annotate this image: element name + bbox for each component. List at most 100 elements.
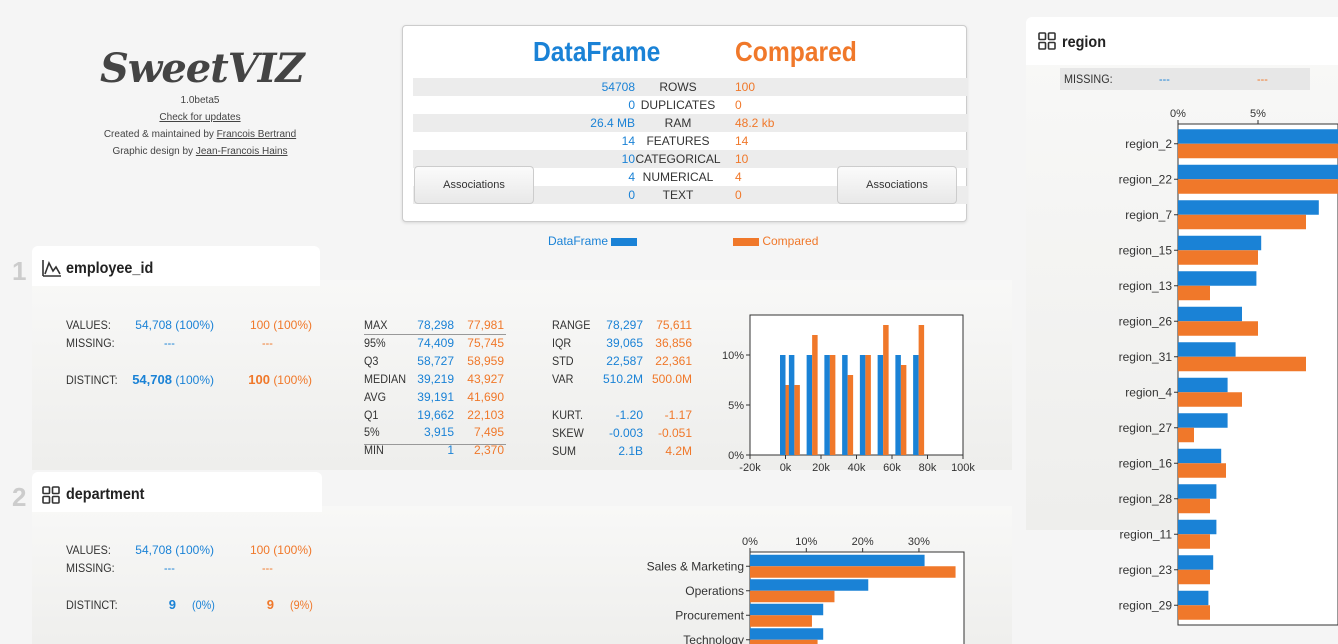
feature-name: region xyxy=(1062,34,1107,51)
histogram-bar-source xyxy=(788,355,795,455)
bar-compare xyxy=(750,590,835,603)
category-label: Procurement xyxy=(675,608,744,622)
numeric-distribution-icon xyxy=(42,260,61,277)
summary-value-compare: 48.2 kb xyxy=(735,116,775,130)
bar-source xyxy=(750,628,824,640)
stat-value-compare: 22,103 xyxy=(467,407,504,422)
summary-value-compare: 10 xyxy=(735,152,749,166)
bar-compare xyxy=(750,566,956,578)
bar-compare xyxy=(750,615,812,627)
histogram-bar-compare xyxy=(865,355,871,455)
bar-compare xyxy=(1178,534,1210,549)
values-compare: 100 (100%) xyxy=(249,543,312,557)
stat-label: IQR xyxy=(552,335,572,350)
author-link[interactable]: Francois Bertrand xyxy=(217,129,296,140)
region-bar-chart: 0% 5% region_2 region_22 region_7 region_15re… xyxy=(1119,108,1338,626)
values-source: 54,708 (100%) xyxy=(135,543,214,557)
designer-link[interactable]: Jean-Francois Hains xyxy=(196,146,288,157)
stat-value-source: -0.003 xyxy=(608,425,643,440)
dataframe-header: DataFrame xyxy=(533,36,661,67)
stat-value-source: 58,727 xyxy=(417,353,454,368)
summary-row-label: NUMERICAL xyxy=(642,170,714,184)
summary-value-compare: 0 xyxy=(735,98,742,112)
legend-source: DataFrame xyxy=(548,234,638,248)
bar-source xyxy=(750,579,869,591)
category-label: Sales & Marketing xyxy=(647,559,744,573)
credits-design-prefix: Graphic design by xyxy=(112,146,196,157)
bar-compare xyxy=(1178,285,1210,301)
values-label: VALUES: xyxy=(66,318,111,332)
stat-label: Q3 xyxy=(364,353,379,368)
stat-value-compare: 36,856 xyxy=(655,335,692,350)
employee-id-tab[interactable]: employee_id xyxy=(32,246,320,286)
missing-compare: --- xyxy=(1257,72,1268,86)
summary-row: 54708 ROWS 100 xyxy=(413,78,968,96)
summary-row-label: ROWS xyxy=(659,80,697,94)
bar-source xyxy=(1178,448,1222,464)
category-label: region_16 xyxy=(1119,456,1173,470)
x-tick-label: 30% xyxy=(908,536,930,548)
y-tick-label: 5% xyxy=(728,400,744,412)
bar-source xyxy=(1178,484,1217,499)
bar-compare xyxy=(1178,463,1226,478)
distinct-compare-pct: (9%) xyxy=(290,598,313,612)
missing-label: MISSING: xyxy=(66,336,115,350)
x-tick-label: 10% xyxy=(795,536,817,548)
stat-label: SUM xyxy=(552,443,577,458)
associations-button-right[interactable]: Associations xyxy=(837,166,957,204)
bar-compare xyxy=(1178,321,1258,336)
bar-compare xyxy=(1178,250,1258,265)
region-tab[interactable]: region xyxy=(1026,17,1338,65)
category-label: Technology xyxy=(683,633,744,644)
feature-index: 1 xyxy=(12,256,27,286)
category-label: region_4 xyxy=(1125,385,1172,399)
legend-compare: Compared xyxy=(733,234,818,248)
bar-source xyxy=(1178,235,1262,251)
stat-label: KURT. xyxy=(552,408,584,422)
stat-label: Q1 xyxy=(364,407,379,422)
brand-wordmark: SweetVIZ xyxy=(100,45,305,92)
stat-value-source: 1 xyxy=(447,443,454,458)
bar-source xyxy=(750,603,824,616)
bar-source xyxy=(1178,164,1338,180)
bar-source xyxy=(1178,200,1319,215)
stat-value-compare: -0.051 xyxy=(657,425,692,440)
values-source: 54,708 (100%) xyxy=(135,318,214,332)
check-updates-link[interactable]: Check for updates xyxy=(159,112,240,123)
category-label: region_7 xyxy=(1125,208,1172,222)
summary-row: 14 FEATURES 14 xyxy=(413,132,968,150)
missing-label: MISSING: xyxy=(1064,72,1113,86)
stat-value-source: 39,219 xyxy=(417,371,454,386)
department-bar-chart: 0% 10% 20% 30% Sales & Marketing Operations Pr… xyxy=(647,536,965,644)
credits-design: Graphic design by Jean-Francois Hains xyxy=(100,143,300,160)
employee-id-histogram: -20k 0k 20k 40k 60k 80k 100k 0% 5% 10% xyxy=(722,314,975,474)
y-tick-label: 0% xyxy=(728,450,744,462)
bar-source xyxy=(1178,413,1228,428)
stat-value-source: 78,298 xyxy=(417,318,454,332)
histogram-bar-compare xyxy=(918,325,925,455)
missing-compare: --- xyxy=(262,561,273,575)
stat-value-source: 74,409 xyxy=(417,335,454,350)
distinct-source-pct: (0%) xyxy=(192,598,215,612)
legend-source-label: DataFrame xyxy=(548,234,609,248)
histogram-bar-compare xyxy=(883,325,889,455)
department-tab[interactable]: department xyxy=(32,472,322,512)
summary-value-compare: 14 xyxy=(735,134,749,148)
stat-label: MIN xyxy=(364,443,384,458)
stat-value-compare: 41,690 xyxy=(467,389,504,404)
summary-row-label: CATEGORICAL xyxy=(635,152,721,166)
plot-area xyxy=(1177,123,1338,626)
summary-row-label: RAM xyxy=(664,116,692,130)
x-tick-label: 0k xyxy=(780,462,792,474)
category-label: region_28 xyxy=(1119,492,1173,506)
x-tick-label: 100k xyxy=(951,462,975,474)
histogram-bar-source xyxy=(913,355,919,455)
stat-value-source: 39,065 xyxy=(606,335,643,350)
histogram-bar-source xyxy=(824,355,830,455)
associations-button-left[interactable]: Associations xyxy=(414,166,534,204)
stat-value-compare: 22,361 xyxy=(655,353,692,368)
stat-value-source: 22,587 xyxy=(606,353,643,368)
bar-source xyxy=(1178,555,1214,570)
bar-compare xyxy=(1178,214,1306,230)
histogram-bar-source xyxy=(877,355,884,455)
